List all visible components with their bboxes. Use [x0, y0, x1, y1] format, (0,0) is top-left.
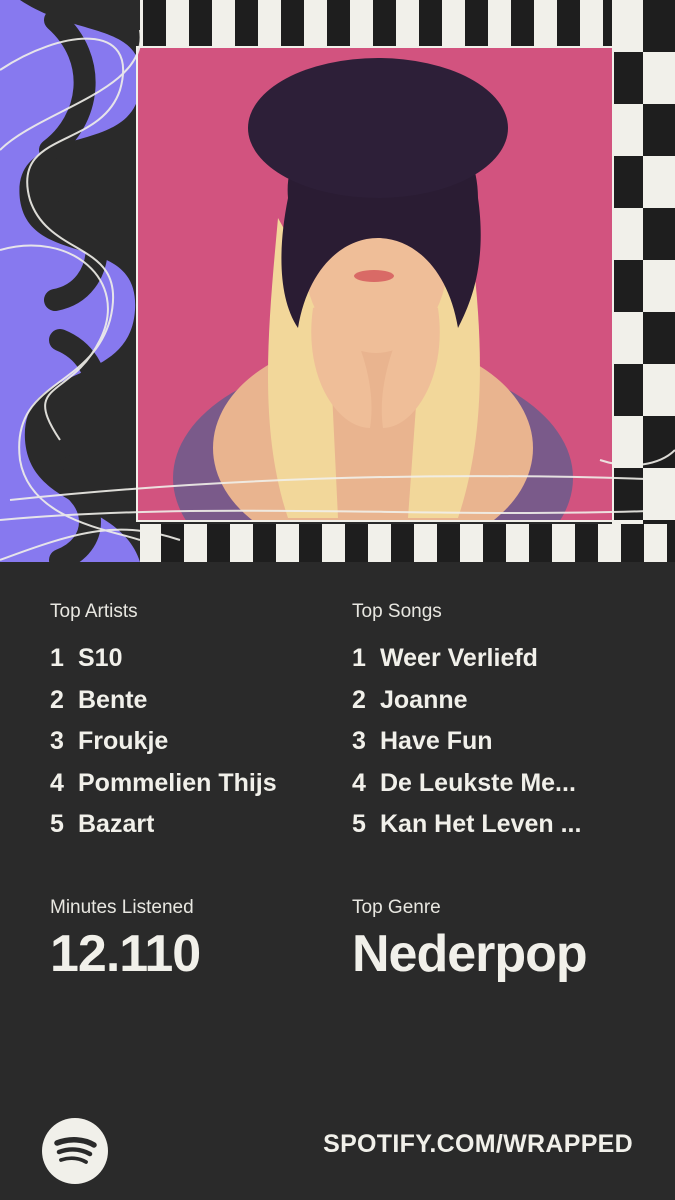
- artist-name: S10: [78, 644, 123, 673]
- song-item: 2 Joanne: [352, 680, 642, 722]
- song-rank: 3: [352, 727, 366, 756]
- song-item: 1 Weer Verliefd: [352, 638, 642, 680]
- song-item: 5 Kan Het Leven ...: [352, 804, 642, 846]
- song-rank: 1: [352, 644, 366, 673]
- artist-rank: 1: [50, 644, 64, 673]
- top-artists-title: Top Artists: [50, 601, 138, 622]
- song-item: 4 De Leukste Me...: [352, 763, 642, 805]
- top-songs-section: Top Songs 1 Weer Verliefd 2 Joanne 3 Have F…: [352, 600, 642, 846]
- song-name: Kan Het Leven ...: [380, 810, 582, 839]
- artist-item: 5 Bazart: [50, 804, 340, 846]
- stripes-top: [120, 0, 675, 48]
- minutes-label: Minutes Listened: [50, 897, 194, 918]
- song-name: De Leukste Me...: [380, 768, 576, 797]
- song-name: Weer Verliefd: [380, 644, 538, 673]
- song-rank: 4: [352, 768, 366, 797]
- song-item: 3 Have Fun: [352, 721, 642, 763]
- artist-item: 2 Bente: [50, 680, 340, 722]
- artist-item: 3 Froukje: [50, 721, 340, 763]
- spotify-logo-icon[interactable]: [42, 1118, 108, 1184]
- artist-photo-image: [138, 48, 612, 520]
- artist-name: Froukje: [78, 727, 169, 756]
- song-name: Joanne: [380, 685, 468, 714]
- genre-label: Top Genre: [352, 897, 441, 918]
- artist-item: 1 S10: [50, 638, 340, 680]
- artist-rank: 2: [50, 685, 64, 714]
- artist-rank: 3: [50, 727, 64, 756]
- artist-photo: [136, 46, 614, 522]
- wrapped-link[interactable]: SPOTIFY.COM/WRAPPED: [323, 1130, 633, 1159]
- artist-rank: 4: [50, 768, 64, 797]
- top-songs-title: Top Songs: [352, 601, 442, 622]
- year-graphic: [0, 0, 140, 562]
- checker-pattern: [612, 0, 675, 560]
- song-rank: 2: [352, 685, 366, 714]
- genre-value: Nederpop: [352, 925, 588, 983]
- top-genre: Top Genre Nederpop: [352, 896, 588, 984]
- artist-name: Bente: [78, 685, 148, 714]
- minutes-listened: Minutes Listened 12.110: [50, 896, 201, 984]
- song-name: Have Fun: [380, 727, 493, 756]
- artist-name: Bazart: [78, 810, 155, 839]
- hero-artwork: [0, 0, 675, 562]
- minutes-value: 12.110: [50, 925, 201, 983]
- artist-item: 4 Pommelien Thijs: [50, 763, 340, 805]
- artist-name: Pommelien Thijs: [78, 768, 277, 797]
- song-rank: 5: [352, 810, 366, 839]
- top-artists-section: Top Artists 1 S10 2 Bente 3 Froukje 4 Pommel…: [50, 600, 340, 846]
- artist-rank: 5: [50, 810, 64, 839]
